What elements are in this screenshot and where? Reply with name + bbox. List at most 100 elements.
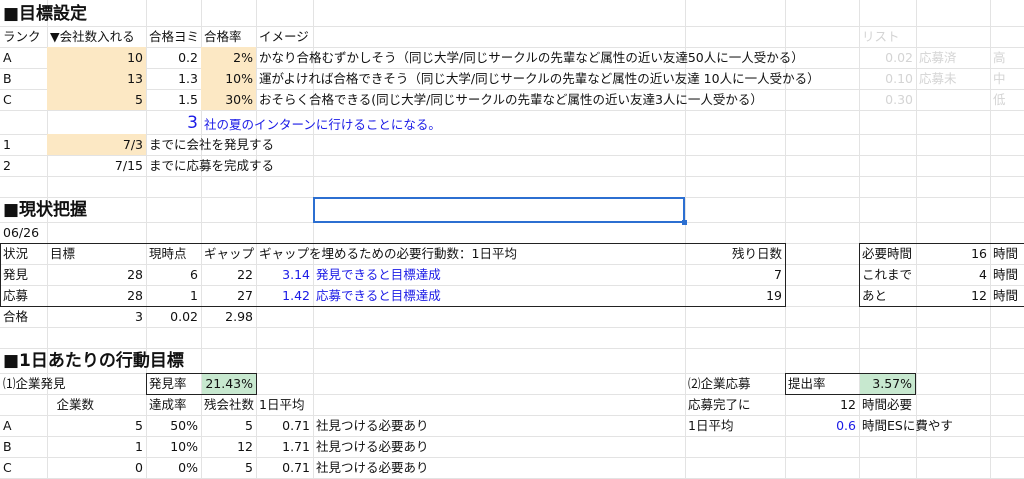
time-unit[interactable]: 時間 bbox=[990, 264, 1024, 285]
list-level-cell[interactable]: 中 bbox=[990, 68, 1024, 89]
action-note-cell[interactable]: 応募できると目標達成 bbox=[313, 285, 613, 306]
target-cell[interactable]: 28 bbox=[47, 264, 146, 285]
section-title-daily[interactable]: ■1日あたりの行動目標 bbox=[0, 348, 260, 374]
list-level-cell[interactable]: 高 bbox=[990, 47, 1024, 68]
companies-input[interactable]: 13 bbox=[47, 68, 146, 89]
pass-rate-input[interactable]: 2% bbox=[201, 47, 256, 68]
apply-daily-value[interactable]: 0.6 bbox=[785, 415, 859, 436]
selected-cell[interactable] bbox=[313, 197, 685, 223]
list-value-cell[interactable]: 0.30 bbox=[859, 89, 916, 110]
header-daily[interactable]: 1日平均 bbox=[256, 394, 313, 415]
submit-rate-value[interactable]: 3.57% bbox=[860, 374, 915, 394]
time-value[interactable]: 4 bbox=[916, 264, 990, 285]
daily-action-cell[interactable]: 1.42 bbox=[256, 285, 313, 306]
note-cell[interactable]: 社見つける必要あり bbox=[313, 457, 513, 478]
time-unit[interactable]: 時間 bbox=[990, 285, 1024, 306]
companies-input[interactable]: 10 bbox=[47, 47, 146, 68]
deadline-number[interactable]: 2 bbox=[0, 155, 47, 176]
fill-handle[interactable] bbox=[682, 220, 687, 225]
action-note-cell[interactable]: 発見できると目標達成 bbox=[313, 264, 613, 285]
header-remaining[interactable]: 残会社数 bbox=[201, 394, 256, 415]
complete-unit[interactable]: 時間必要 bbox=[859, 394, 959, 415]
pass-estimate-cell[interactable]: 0.2 bbox=[146, 47, 201, 68]
complete-label[interactable]: 応募完了に bbox=[685, 394, 785, 415]
apply-title[interactable]: ⑵企業応募 bbox=[685, 373, 785, 394]
days-left-cell[interactable]: 7 bbox=[685, 264, 785, 285]
note-cell[interactable]: 社見つける必要あり bbox=[313, 436, 513, 457]
count-cell[interactable]: 1 bbox=[47, 436, 146, 457]
achieve-cell[interactable]: 10% bbox=[146, 436, 201, 457]
discovery-rate-label[interactable]: 発見率 bbox=[146, 373, 201, 394]
header-status[interactable]: 状況 bbox=[0, 243, 47, 264]
discovery-rate-value[interactable]: 21.43% bbox=[202, 374, 256, 394]
note-cell[interactable]: 社見つける必要あり bbox=[313, 415, 513, 436]
achieve-cell[interactable]: 50% bbox=[146, 415, 201, 436]
companies-input[interactable]: 5 bbox=[47, 89, 146, 110]
rank-cell[interactable]: C bbox=[0, 89, 47, 110]
section-title-goal[interactable]: ■目標設定 bbox=[0, 1, 200, 27]
pass-estimate-cell[interactable]: 1.5 bbox=[146, 89, 201, 110]
status-date[interactable]: 06/26 bbox=[0, 222, 47, 243]
image-cell[interactable]: おそらく合格できる(同じ大学/同じサークルの先輩など属性の近い友達3人に一人受か… bbox=[256, 89, 856, 110]
time-label[interactable]: あと bbox=[859, 285, 916, 306]
deadline-text[interactable]: までに応募を完成する bbox=[146, 155, 346, 176]
rank-cell[interactable]: B bbox=[0, 436, 47, 457]
list-status-cell[interactable]: 応募済 bbox=[916, 47, 990, 68]
header-list[interactable]: リスト bbox=[859, 26, 916, 47]
current-cell[interactable]: 1 bbox=[146, 285, 201, 306]
gap-cell[interactable]: 27 bbox=[201, 285, 256, 306]
list-level-cell[interactable]: 低 bbox=[990, 89, 1024, 110]
status-label[interactable]: 発見 bbox=[0, 264, 47, 285]
remaining-cell[interactable]: 5 bbox=[201, 415, 256, 436]
remaining-cell[interactable]: 12 bbox=[201, 436, 256, 457]
daily-cell[interactable]: 0.71 bbox=[256, 415, 313, 436]
daily-cell[interactable]: 1.71 bbox=[256, 436, 313, 457]
pass-rate-input[interactable]: 10% bbox=[201, 68, 256, 89]
time-value[interactable]: 16 bbox=[916, 243, 990, 264]
complete-value[interactable]: 12 bbox=[785, 394, 859, 415]
rank-cell[interactable]: A bbox=[0, 47, 47, 68]
pass-estimate-cell[interactable]: 1.3 bbox=[146, 68, 201, 89]
deadline-date-cell[interactable]: 7/15 bbox=[47, 155, 146, 176]
achieve-cell[interactable]: 0% bbox=[146, 457, 201, 478]
status-label[interactable]: 合格 bbox=[0, 306, 47, 327]
image-cell[interactable]: かなり合格むずかしそう（同じ大学/同じサークルの先輩など属性の近い友達50人に一… bbox=[256, 47, 856, 68]
daily-cell[interactable]: 0.71 bbox=[256, 457, 313, 478]
discovery-title[interactable]: ⑴企業発見 bbox=[0, 373, 120, 394]
deadline-date-input[interactable]: 7/3 bbox=[47, 134, 146, 155]
summary-text[interactable]: 社の夏のインターンに行けることになる。 bbox=[201, 114, 601, 135]
header-action[interactable]: ギャップを埋めるための必要行動数：1日平均 bbox=[256, 243, 656, 264]
remaining-cell[interactable]: 5 bbox=[201, 457, 256, 478]
deadline-text[interactable]: までに会社を発見する bbox=[146, 134, 346, 155]
header-pass-estimate[interactable]: 合格ヨミ bbox=[146, 26, 201, 47]
section-title-status[interactable]: ■現状把握 bbox=[0, 197, 200, 223]
header-current[interactable]: 現時点 bbox=[146, 243, 201, 264]
summary-count[interactable]: 3 bbox=[146, 111, 201, 135]
list-value-cell[interactable]: 0.10 bbox=[859, 68, 916, 89]
header-achieve[interactable]: 達成率 bbox=[146, 394, 201, 415]
time-unit[interactable]: 時間 bbox=[990, 243, 1024, 264]
image-cell[interactable]: 運がよければ合格できそう（同じ大学/同じサークルの先輩など属性の近い友達 10人… bbox=[256, 68, 856, 89]
time-label[interactable]: これまで bbox=[859, 264, 916, 285]
header-image[interactable]: イメージ bbox=[256, 26, 456, 47]
days-left-cell[interactable]: 19 bbox=[685, 285, 785, 306]
status-label[interactable]: 応募 bbox=[0, 285, 47, 306]
time-label[interactable]: 必要時間 bbox=[859, 243, 916, 264]
apply-daily-label[interactable]: 1日平均 bbox=[685, 415, 785, 436]
target-cell[interactable]: 3 bbox=[47, 306, 146, 327]
daily-action-cell[interactable]: 3.14 bbox=[256, 264, 313, 285]
header-days-left[interactable]: 残り日数 bbox=[685, 243, 785, 264]
deadline-number[interactable]: 1 bbox=[0, 134, 47, 155]
rank-cell[interactable]: C bbox=[0, 457, 47, 478]
header-gap[interactable]: ギャップ bbox=[201, 243, 256, 264]
list-value-cell[interactable]: 0.02 bbox=[859, 47, 916, 68]
current-cell[interactable]: 0.02 bbox=[146, 306, 201, 327]
rank-cell[interactable]: A bbox=[0, 415, 47, 436]
gap-cell[interactable]: 22 bbox=[201, 264, 256, 285]
header-target[interactable]: 目標 bbox=[47, 243, 146, 264]
target-cell[interactable]: 28 bbox=[47, 285, 146, 306]
header-pass-rate[interactable]: 合格率 bbox=[201, 26, 256, 47]
count-cell[interactable]: 0 bbox=[47, 457, 146, 478]
header-companies[interactable]: ▼会社数入れる bbox=[47, 26, 146, 47]
submit-rate-label[interactable]: 提出率 bbox=[785, 373, 859, 394]
